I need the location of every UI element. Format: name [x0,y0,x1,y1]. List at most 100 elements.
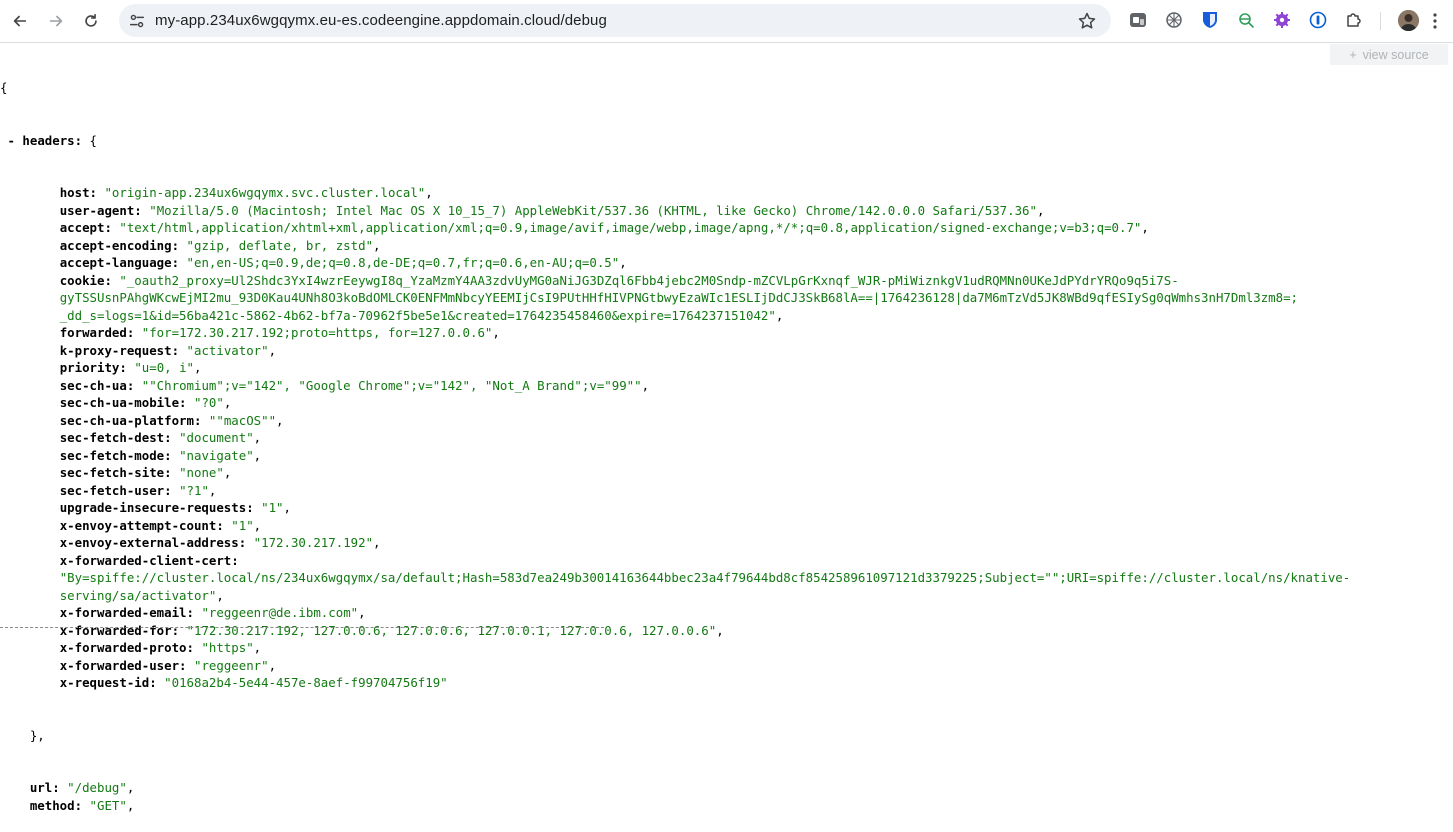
json-key: upgrade-insecure-requests [59,500,247,515]
json-entry: method: "GET", [29,797,135,813]
json-value: "_oauth2_proxy=Ul2Shdc3YxI4wzrEeywgI8q_Y… [119,272,1179,288]
json-key: sec-ch-ua-platform [59,412,194,428]
json-value: "0168a2b4-5e44-457e-8aef-f99704756f19" [164,675,448,690]
json-key: accept [59,220,105,235]
json-value-line: "By=spiffe://cluster.local/ns/234ux6wgqy… [59,570,1351,585]
json-value: "origin-app.234ux6wgqymx.svc.cluster.loc… [104,185,426,200]
json-key: sec-fetch-site [59,465,165,480]
json-entry: upgrade-insecure-requests: "1", [59,500,291,515]
json-entry: x-forwarded-proto: "https", [59,640,262,655]
json-entry: sec-fetch-mode: "navigate", [59,447,262,463]
json-value: "https" [201,640,254,655]
json-entry: x-envoy-external-address: "172.30.217.19… [59,535,381,550]
json-key: sec-fetch-mode [59,447,165,463]
json-value: "en,en-US;q=0.9,de;q=0.8,de-DE;q=0.7,fr;… [186,255,620,270]
json-value: "navigate" [179,447,254,463]
json-value: "?0" [193,395,224,410]
profile-avatar[interactable] [1398,10,1419,31]
json-value: "gzip, deflate, br, zstd" [186,237,374,253]
json-key: cookie [59,272,105,288]
json-entry: x-forwarded-email: "reggeenr@de.ibm.com"… [59,605,366,620]
json-entry: x-forwarded-client-cert: [59,552,239,568]
address-bar[interactable]: my-app.234ux6wgqymx.eu-es.codeengine.app… [119,4,1111,37]
headers-key: headers [22,132,75,148]
json-entry: sec-ch-ua-platform: ""macOS"", [59,412,284,428]
json-entry: accept-language: "en,en-US;q=0.9,de;q=0.… [59,255,627,270]
browser-toolbar: my-app.234ux6wgqymx.eu-es.codeengine.app… [0,0,1453,43]
json-key: user-agent [59,202,135,218]
json-value: "u=0, i" [134,360,194,375]
json-entry: accept: "text/html,application/xhtml+xml… [59,220,1149,235]
extensions-puzzle-icon[interactable] [1344,10,1364,30]
json-value: ""Chromium";v="142", "Google Chrome";v="… [141,377,642,393]
json-key: x-request-id [59,675,150,690]
extension-2-icon[interactable] [1164,10,1184,30]
page-cut-line [0,627,604,628]
json-entry: x-forwarded-for: "172.30.217.192, 127.0.… [59,622,724,638]
json-value: "Mozilla/5.0 (Macintosh; Intel Mac OS X … [149,202,1037,218]
json-key: host [59,185,90,200]
json-value: "172.30.217.192, 127.0.0.6, 127.0.0.6, 1… [186,622,717,638]
json-key: sec-ch-ua [59,377,127,393]
json-value: "GET" [89,797,127,813]
json-entry: sec-fetch-dest: "document", [59,430,262,445]
extension-1-icon[interactable] [1128,10,1148,30]
json-entry: accept-encoding: "gzip, deflate, br, zst… [59,237,381,253]
json-key: priority [59,360,120,375]
json-entry: x-forwarded-user: "reggeenr", [59,657,277,673]
json-value-continuation: _dd_s=logs=1&id=56ba421c-5862-4b62-bf7a-… [59,307,784,323]
back-button[interactable] [7,8,33,34]
json-value: "1" [261,500,284,515]
json-value: ""macOS"" [208,412,277,428]
json-value-line: serving/sa/activator" [59,587,217,603]
json-key: x-envoy-external-address [59,535,239,550]
gear-extension-icon[interactable] [1272,10,1292,30]
json-value-continuation: "By=spiffe://cluster.local/ns/234ux6wgqy… [0,569,1453,587]
json-entry: forwarded: "for=172.30.217.192;proto=htt… [59,325,500,340]
json-key: sec-ch-ua-mobile [59,395,180,410]
url-text[interactable]: my-app.234ux6wgqymx.eu-es.codeengine.app… [155,12,607,29]
arrow-right-icon [49,15,63,27]
json-entry: x-request-id: "0168a2b4-5e44-457e-8aef-f… [59,675,448,690]
bookmark-star-icon[interactable] [1077,11,1097,31]
json-value-line: gyTSSUsnPAhgWKcwEjMI2mu_93D0Kau4UNh8O3ko… [59,290,1299,305]
reload-icon [85,13,97,27]
json-value: "for=172.30.217.192;proto=https, for=127… [141,325,493,340]
reload-button[interactable] [78,8,104,34]
json-key: x-forwarded-client-cert [59,552,232,568]
headers-entries: host: "origin-app.234ux6wgqymx.svc.clust… [0,184,1453,692]
collapse-toggle[interactable]: - [7,133,14,148]
more-menu-icon[interactable] [1432,11,1438,31]
json-key: url [29,780,53,795]
json-entry: sec-fetch-user: "?1", [59,482,217,498]
json-value-continuation: serving/sa/activator", [59,587,224,603]
json-key: x-forwarded-email [59,605,187,620]
json-value: "172.30.217.192" [253,535,374,550]
json-open-brace: { [0,80,8,95]
json-entry: host: "origin-app.234ux6wgqymx.svc.clust… [59,185,433,200]
json-value-continuation: gyTSSUsnPAhgWKcwEjMI2mu_93D0Kau4UNh8O3ko… [0,289,1453,307]
json-key: x-forwarded-user [59,657,180,673]
password-manager-icon[interactable] [1308,10,1328,30]
json-key: x-forwarded-proto [59,640,187,655]
json-viewer: { - headers: { host: "origin-app.234ux6w… [0,44,1453,832]
json-key: accept-language [59,255,172,270]
json-key: x-envoy-attempt-count [59,517,217,533]
json-entry: sec-ch-ua-mobile: "?0", [59,395,232,410]
json-value: "1" [231,517,254,533]
json-entry: sec-fetch-site: "none", [59,465,232,480]
json-key: k-proxy-request [59,342,172,358]
search-extension-icon[interactable] [1236,10,1256,30]
site-info-icon[interactable] [128,12,146,30]
toolbar-separator [1380,12,1381,30]
json-key: forwarded [59,325,127,340]
forward-button[interactable] [43,8,69,34]
json-key: method [29,797,75,813]
json-value: "none" [179,465,224,480]
json-key: accept-encoding [59,237,172,253]
json-entry: k-proxy-request: "activator", [59,342,277,358]
json-value: "reggeenr@de.ibm.com" [201,605,359,620]
arrow-left-icon [13,15,27,27]
json-value: "activator" [186,342,269,358]
shield-extension-icon[interactable] [1200,10,1220,30]
